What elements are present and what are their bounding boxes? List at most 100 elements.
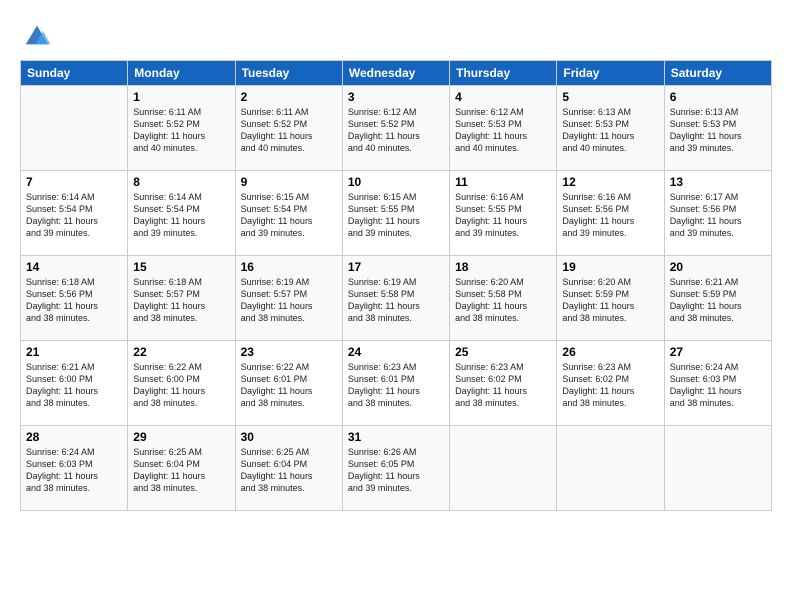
day-number: 27 — [670, 345, 766, 359]
day-number: 20 — [670, 260, 766, 274]
calendar-cell: 31 Sunrise: 6:26 AM Sunset: 6:05 PM Dayli… — [342, 426, 449, 511]
cell-info: Sunrise: 6:21 AM Sunset: 6:00 PM Dayligh… — [26, 361, 122, 410]
calendar-cell: 16 Sunrise: 6:19 AM Sunset: 5:57 PM Dayli… — [235, 256, 342, 341]
cell-info: Sunrise: 6:23 AM Sunset: 6:01 PM Dayligh… — [348, 361, 444, 410]
day-number: 17 — [348, 260, 444, 274]
cell-info: Sunrise: 6:24 AM Sunset: 6:03 PM Dayligh… — [26, 446, 122, 495]
calendar-cell: 19Sunrise: 6:20 AM Sunset: 5:59 PM Dayli… — [557, 256, 664, 341]
cell-info: Sunrise: 6:17 AM Sunset: 5:56 PM Dayligh… — [670, 191, 766, 240]
calendar-week-row: 1Sunrise: 6:11 AM Sunset: 5:52 PM Daylig… — [21, 86, 772, 171]
cell-info: Sunrise: 6:12 AM Sunset: 5:52 PM Dayligh… — [348, 106, 444, 155]
cell-info: Sunrise: 6:14 AM Sunset: 5:54 PM Dayligh… — [26, 191, 122, 240]
day-number: 6 — [670, 90, 766, 104]
calendar-cell: 26 Sunrise: 6:23 AM Sunset: 6:02 PM Dayli… — [557, 341, 664, 426]
calendar-cell: 4 Sunrise: 6:12 AM Sunset: 5:53 PM Daylig… — [450, 86, 557, 171]
day-number: 29 — [133, 430, 229, 444]
calendar-cell — [664, 426, 771, 511]
calendar-cell: 28 Sunrise: 6:24 AM Sunset: 6:03 PM Dayli… — [21, 426, 128, 511]
day-number: 30 — [241, 430, 337, 444]
day-number: 28 — [26, 430, 122, 444]
day-number: 24 — [348, 345, 444, 359]
weekday-header: Friday — [557, 61, 664, 86]
day-number: 25 — [455, 345, 551, 359]
calendar-cell: 18 Sunrise: 6:20 AM Sunset: 5:58 PM Dayli… — [450, 256, 557, 341]
cell-info: Sunrise: 6:19 AM Sunset: 5:57 PM Dayligh… — [241, 276, 337, 325]
day-number: 10 — [348, 175, 444, 189]
cell-info: Sunrise: 6:16 AM Sunset: 5:56 PM Dayligh… — [562, 191, 658, 240]
calendar-cell: 9 Sunrise: 6:15 AM Sunset: 5:54 PM Daylig… — [235, 171, 342, 256]
cell-info: Sunrise: 6:18 AM Sunset: 5:56 PM Dayligh… — [26, 276, 122, 325]
logo-icon — [22, 20, 52, 50]
calendar-week-row: 7 Sunrise: 6:14 AM Sunset: 5:54 PM Daylig… — [21, 171, 772, 256]
cell-info: Sunrise: 6:16 AM Sunset: 5:55 PM Dayligh… — [455, 191, 551, 240]
weekday-header: Saturday — [664, 61, 771, 86]
day-number: 15 — [133, 260, 229, 274]
calendar-cell: 5 Sunrise: 6:13 AM Sunset: 5:53 PM Daylig… — [557, 86, 664, 171]
calendar-table: SundayMondayTuesdayWednesdayThursdayFrid… — [20, 60, 772, 511]
page-header — [20, 20, 772, 50]
cell-info: Sunrise: 6:14 AM Sunset: 5:54 PM Dayligh… — [133, 191, 229, 240]
cell-info: Sunrise: 6:13 AM Sunset: 5:53 PM Dayligh… — [670, 106, 766, 155]
calendar-cell: 2 Sunrise: 6:11 AM Sunset: 5:52 PM Daylig… — [235, 86, 342, 171]
cell-info: Sunrise: 6:15 AM Sunset: 5:54 PM Dayligh… — [241, 191, 337, 240]
calendar-cell: 29 Sunrise: 6:25 AM Sunset: 6:04 PM Dayli… — [128, 426, 235, 511]
day-number: 7 — [26, 175, 122, 189]
weekday-header: Monday — [128, 61, 235, 86]
cell-info: Sunrise: 6:22 AM Sunset: 6:00 PM Dayligh… — [133, 361, 229, 410]
calendar-cell: 25Sunrise: 6:23 AM Sunset: 6:02 PM Dayli… — [450, 341, 557, 426]
weekday-header-row: SundayMondayTuesdayWednesdayThursdayFrid… — [21, 61, 772, 86]
calendar-cell: 12 Sunrise: 6:16 AM Sunset: 5:56 PM Dayli… — [557, 171, 664, 256]
day-number: 13 — [670, 175, 766, 189]
calendar-week-row: 14 Sunrise: 6:18 AM Sunset: 5:56 PM Dayli… — [21, 256, 772, 341]
day-number: 19 — [562, 260, 658, 274]
cell-info: Sunrise: 6:11 AM Sunset: 5:52 PM Dayligh… — [133, 106, 229, 155]
cell-info: Sunrise: 6:22 AM Sunset: 6:01 PM Dayligh… — [241, 361, 337, 410]
calendar-cell: 23 Sunrise: 6:22 AM Sunset: 6:01 PM Dayli… — [235, 341, 342, 426]
calendar-cell: 6 Sunrise: 6:13 AM Sunset: 5:53 PM Daylig… — [664, 86, 771, 171]
day-number: 2 — [241, 90, 337, 104]
cell-info: Sunrise: 6:20 AM Sunset: 5:58 PM Dayligh… — [455, 276, 551, 325]
weekday-header: Tuesday — [235, 61, 342, 86]
day-number: 14 — [26, 260, 122, 274]
weekday-header: Thursday — [450, 61, 557, 86]
calendar-week-row: 28 Sunrise: 6:24 AM Sunset: 6:03 PM Dayli… — [21, 426, 772, 511]
cell-info: Sunrise: 6:25 AM Sunset: 6:04 PM Dayligh… — [133, 446, 229, 495]
weekday-header: Wednesday — [342, 61, 449, 86]
cell-info: Sunrise: 6:19 AM Sunset: 5:58 PM Dayligh… — [348, 276, 444, 325]
cell-info: Sunrise: 6:25 AM Sunset: 6:04 PM Dayligh… — [241, 446, 337, 495]
calendar-cell: 27 Sunrise: 6:24 AM Sunset: 6:03 PM Dayli… — [664, 341, 771, 426]
day-number: 8 — [133, 175, 229, 189]
day-number: 9 — [241, 175, 337, 189]
calendar-cell — [21, 86, 128, 171]
calendar-cell — [450, 426, 557, 511]
calendar-cell: 10 Sunrise: 6:15 AM Sunset: 5:55 PM Dayli… — [342, 171, 449, 256]
day-number: 23 — [241, 345, 337, 359]
calendar-cell: 15Sunrise: 6:18 AM Sunset: 5:57 PM Dayli… — [128, 256, 235, 341]
cell-info: Sunrise: 6:26 AM Sunset: 6:05 PM Dayligh… — [348, 446, 444, 495]
day-number: 26 — [562, 345, 658, 359]
calendar-cell: 3Sunrise: 6:12 AM Sunset: 5:52 PM Daylig… — [342, 86, 449, 171]
cell-info: Sunrise: 6:24 AM Sunset: 6:03 PM Dayligh… — [670, 361, 766, 410]
cell-info: Sunrise: 6:15 AM Sunset: 5:55 PM Dayligh… — [348, 191, 444, 240]
calendar-week-row: 21Sunrise: 6:21 AM Sunset: 6:00 PM Dayli… — [21, 341, 772, 426]
calendar-cell: 17 Sunrise: 6:19 AM Sunset: 5:58 PM Dayli… — [342, 256, 449, 341]
calendar-cell: 7 Sunrise: 6:14 AM Sunset: 5:54 PM Daylig… — [21, 171, 128, 256]
calendar-cell — [557, 426, 664, 511]
cell-info: Sunrise: 6:23 AM Sunset: 6:02 PM Dayligh… — [562, 361, 658, 410]
cell-info: Sunrise: 6:11 AM Sunset: 5:52 PM Dayligh… — [241, 106, 337, 155]
day-number: 31 — [348, 430, 444, 444]
calendar-cell: 24 Sunrise: 6:23 AM Sunset: 6:01 PM Dayli… — [342, 341, 449, 426]
cell-info: Sunrise: 6:13 AM Sunset: 5:53 PM Dayligh… — [562, 106, 658, 155]
day-number: 11 — [455, 175, 551, 189]
day-number: 5 — [562, 90, 658, 104]
calendar-cell: 20 Sunrise: 6:21 AM Sunset: 5:59 PM Dayli… — [664, 256, 771, 341]
day-number: 12 — [562, 175, 658, 189]
day-number: 18 — [455, 260, 551, 274]
calendar-cell: 21Sunrise: 6:21 AM Sunset: 6:00 PM Dayli… — [21, 341, 128, 426]
day-number: 16 — [241, 260, 337, 274]
cell-info: Sunrise: 6:21 AM Sunset: 5:59 PM Dayligh… — [670, 276, 766, 325]
day-number: 22 — [133, 345, 229, 359]
day-number: 4 — [455, 90, 551, 104]
cell-info: Sunrise: 6:12 AM Sunset: 5:53 PM Dayligh… — [455, 106, 551, 155]
calendar-cell: 30 Sunrise: 6:25 AM Sunset: 6:04 PM Dayli… — [235, 426, 342, 511]
